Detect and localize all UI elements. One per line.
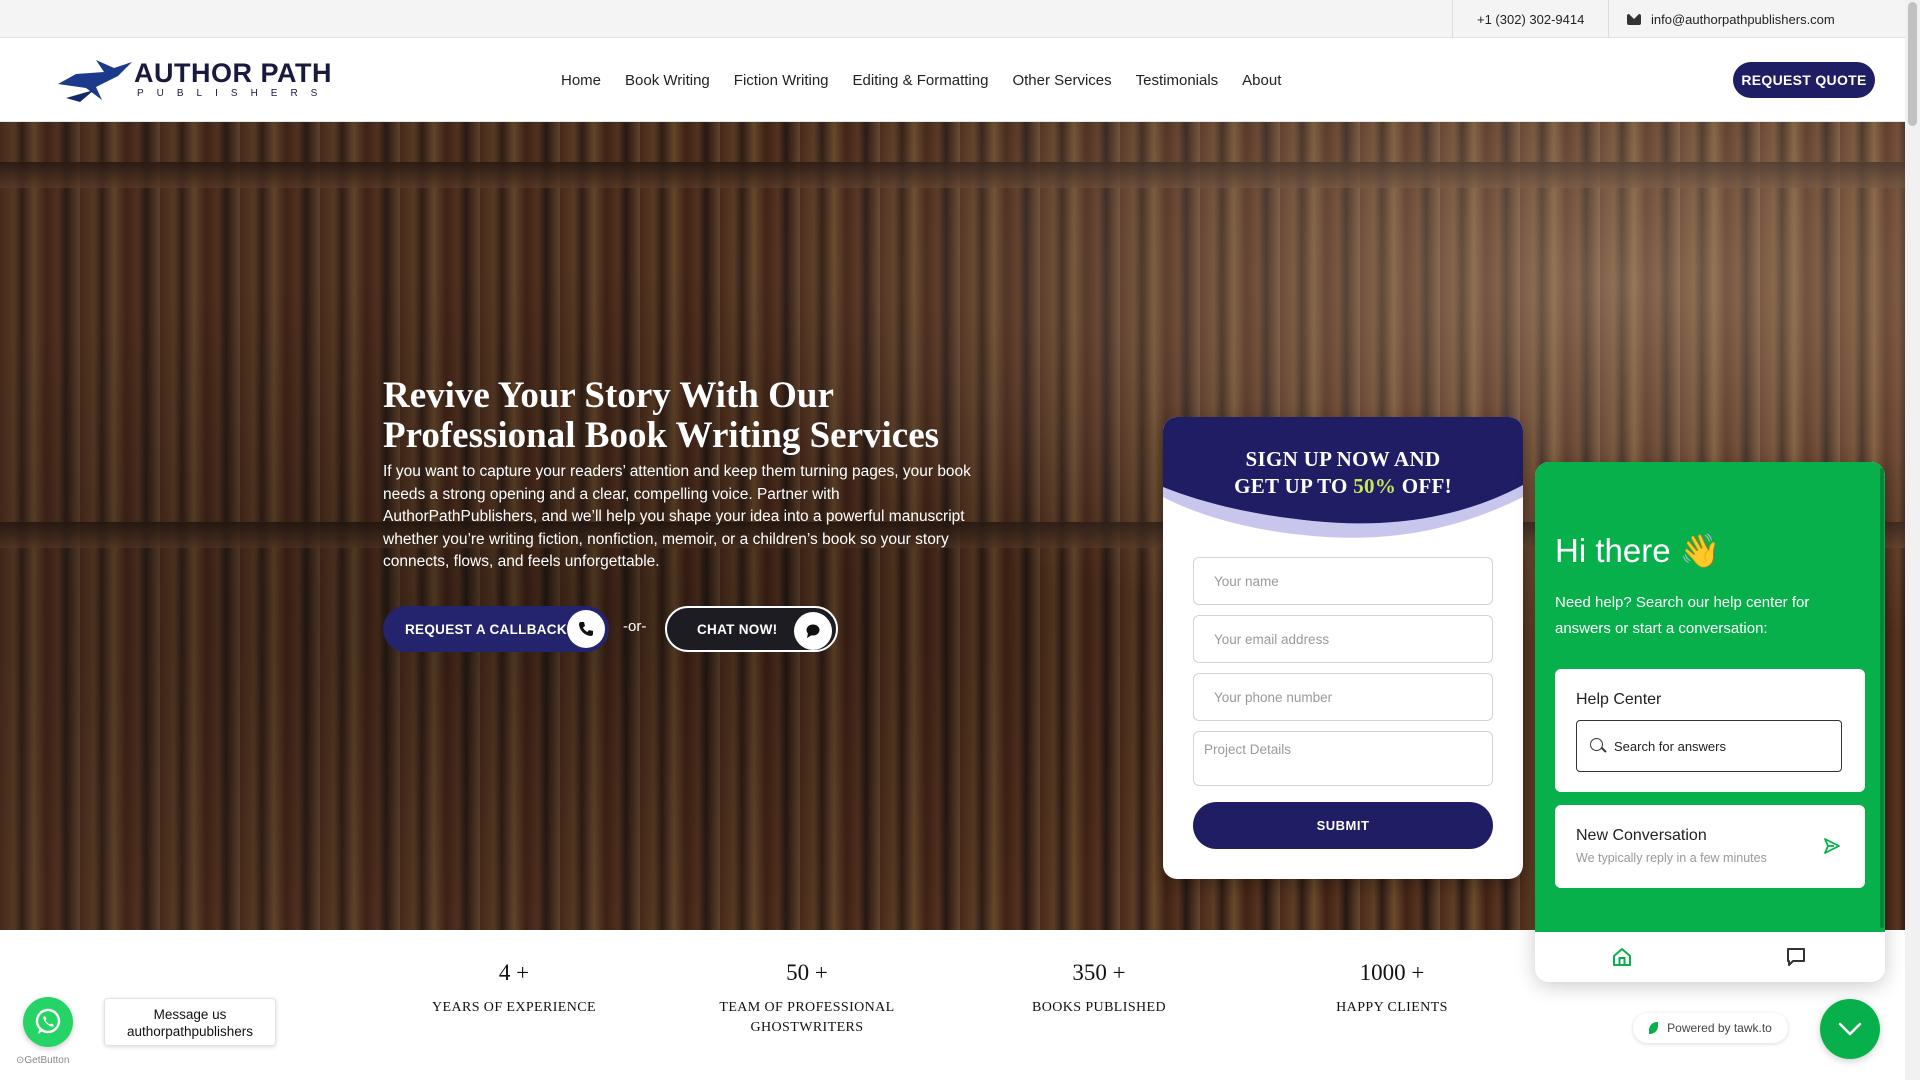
stat-experience: 4 + YEARS OF EXPERIENCE [394, 960, 634, 1018]
callback-label: REQUEST A CALLBACK [405, 621, 567, 637]
bird-logo-icon [58, 60, 132, 102]
email-field[interactable]: Your email address [1193, 615, 1493, 663]
home-icon[interactable] [1611, 946, 1633, 968]
signup-title: SIGN UP NOW AND GET UP TO 50% OFF! [1163, 446, 1523, 500]
logo-title: AUTHOR PATH [134, 57, 332, 88]
phone-field[interactable]: Your phone number [1193, 673, 1493, 721]
topbar-email[interactable]: info@authorpathpublishers.com [1608, 0, 1888, 38]
whatsapp-button[interactable] [23, 997, 73, 1047]
getbutton-label: GetButton [24, 1055, 70, 1066]
request-callback-button[interactable]: REQUEST A CALLBACK [383, 606, 609, 652]
signup-title-post: OFF! [1396, 474, 1452, 498]
signup-title-line2: GET UP TO 50% OFF! [1163, 473, 1523, 500]
project-details-field[interactable]: Project Details [1193, 731, 1493, 786]
chat-label: CHAT NOW! [697, 621, 778, 637]
stat-ghostwriters: 50 + TEAM OF PROFESSIONAL GHOSTWRITERS [687, 960, 927, 1038]
submit-button[interactable]: SUBMIT [1193, 802, 1493, 849]
signup-title-line1: SIGN UP NOW AND [1245, 447, 1441, 471]
new-conversation-title: New Conversation [1576, 827, 1707, 844]
whatsapp-icon [35, 1008, 61, 1034]
search-icon [1590, 738, 1603, 751]
stat-number: 1000 + [1359, 960, 1425, 985]
tawk-leaf-icon [1649, 1022, 1659, 1034]
chat-now-button[interactable]: CHAT NOW! [665, 606, 838, 652]
tawk-tab-bar [1535, 932, 1885, 982]
help-search-input[interactable]: Search for answers [1576, 720, 1842, 772]
tawk-powered-by[interactable]: Powered by tawk.to [1633, 1013, 1788, 1043]
nav-about[interactable]: About [1242, 72, 1281, 89]
chevron-down-icon [1838, 1022, 1862, 1036]
chat-icon[interactable] [1785, 946, 1807, 968]
tawk-subtitle: Need help? Search our help center for an… [1555, 594, 1810, 637]
signup-title-pre: GET UP TO [1234, 474, 1354, 498]
stat-books: 350 + BOOKS PUBLISHED [979, 960, 1219, 1018]
getbutton-credit[interactable]: ⊙GetButton [16, 1055, 69, 1066]
nav-other-services[interactable]: Other Services [1012, 72, 1111, 89]
discount-percent: 50% [1353, 474, 1397, 498]
stat-label: BOOKS PUBLISHED [1032, 1000, 1166, 1015]
help-center-title: Help Center [1576, 691, 1662, 708]
main-nav: Home Book Writing Fiction Writing Editin… [561, 38, 1305, 122]
stat-number: 50 + [786, 960, 828, 985]
site-logo[interactable]: AUTHOR PATH PUBLISHERS [56, 54, 332, 104]
stat-clients: 1000 + HAPPY CLIENTS [1272, 960, 1512, 1018]
help-center-card: Help Center Search for answers [1555, 669, 1865, 792]
whatsapp-message-line2: authorpathpublishers [126, 1024, 254, 1039]
envelope-icon [1627, 13, 1641, 25]
tawk-chat-widget: Hi there 👋 Need help? Search our help ce… [1535, 462, 1885, 982]
name-field[interactable]: Your name [1193, 557, 1493, 605]
top-bar: +1 (302) 302-9414 info@authorpathpublish… [0, 0, 1905, 38]
page-scrollbar[interactable] [1905, 0, 1920, 1080]
tawk-greeting: Hi there 👋 [1555, 532, 1721, 571]
nav-testimonials[interactable]: Testimonials [1136, 72, 1219, 89]
hero-title: Revive Your Story With Our Professional … [383, 375, 940, 456]
request-quote-button[interactable]: REQUEST QUOTE [1733, 62, 1875, 98]
stat-label: TEAM OF PROFESSIONAL GHOSTWRITERS [719, 1000, 895, 1035]
site-header: AUTHOR PATH PUBLISHERS Home Book Writing… [0, 38, 1905, 122]
logo-subtitle: PUBLISHERS [137, 87, 331, 99]
phone-text[interactable]: +1 (302) 302-9414 [1477, 12, 1584, 27]
hero-description: If you want to capture your readers’ att… [383, 463, 971, 570]
stat-label: HAPPY CLIENTS [1336, 1000, 1448, 1015]
nav-home[interactable]: Home [561, 72, 601, 89]
tawk-minimize-button[interactable] [1820, 999, 1880, 1059]
topbar-phone[interactable]: +1 (302) 302-9414 [1452, 0, 1608, 38]
stat-label: YEARS OF EXPERIENCE [432, 1000, 596, 1015]
phone-icon [567, 610, 605, 648]
new-conversation-subtitle: We typically reply in a few minutes [1576, 851, 1767, 865]
nav-editing-formatting[interactable]: Editing & Formatting [853, 72, 989, 89]
stat-number: 4 + [498, 960, 530, 985]
signup-form: SIGN UP NOW AND GET UP TO 50% OFF! Your … [1163, 417, 1523, 879]
whatsapp-message-line1: Message us [153, 1007, 227, 1022]
or-separator: -or- [623, 618, 647, 635]
scrollbar-thumb[interactable] [1908, 2, 1917, 126]
stat-number: 350 + [1072, 960, 1126, 985]
signup-header: SIGN UP NOW AND GET UP TO 50% OFF! [1163, 417, 1523, 547]
help-search-placeholder: Search for answers [1614, 738, 1726, 754]
send-icon [1824, 838, 1840, 854]
waving-hand-icon: 👋 [1679, 532, 1721, 569]
tawk-scrollbar[interactable] [1880, 468, 1884, 928]
tawk-header: Hi there 👋 Need help? Search our help ce… [1535, 462, 1885, 932]
chat-bubble-icon [794, 612, 832, 650]
email-text[interactable]: info@authorpathpublishers.com [1651, 12, 1835, 27]
new-conversation-card[interactable]: New Conversation We typically reply in a… [1555, 805, 1865, 888]
tawk-powered-label: Powered by tawk.to [1667, 1021, 1772, 1035]
nav-book-writing[interactable]: Book Writing [625, 72, 710, 89]
whatsapp-message-bubble[interactable]: Message us authorpathpublishers [104, 998, 276, 1046]
nav-fiction-writing[interactable]: Fiction Writing [734, 72, 829, 89]
tawk-greeting-text: Hi there [1555, 532, 1671, 569]
